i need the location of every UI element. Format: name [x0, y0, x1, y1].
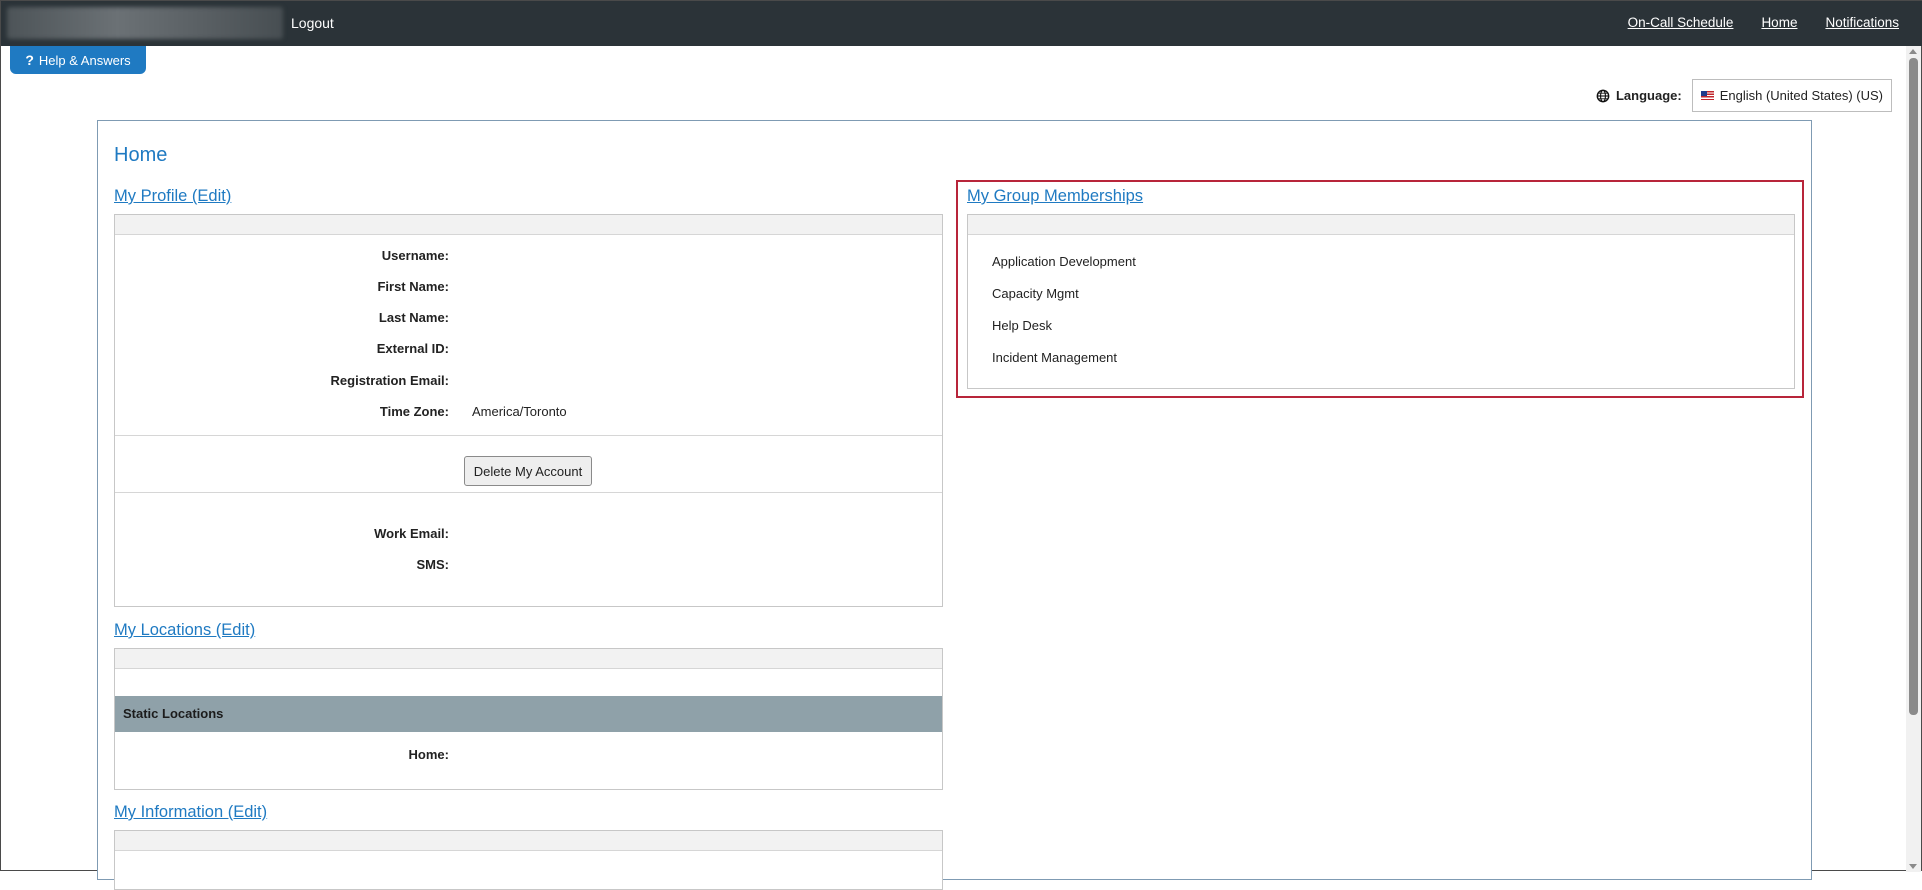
scroll-thumb[interactable] [1909, 58, 1918, 715]
group-memberships-highlight: My Group Memberships Application Develop… [956, 180, 1804, 398]
group-item: Incident Management [992, 350, 1118, 365]
last-name-label: Last Name: [378, 310, 449, 325]
profile-field-row: Username: [115, 248, 942, 268]
profile-field-row: Registration Email: [115, 373, 942, 393]
delete-my-account-button[interactable]: Delete My Account [464, 456, 592, 486]
language-label: Language: [1615, 88, 1682, 103]
group-item: Application Development [992, 254, 1136, 269]
page-title: Home [114, 144, 168, 166]
help-button-label: Help & Answers [38, 52, 131, 68]
language-selected-value: English (United States) (US) [1719, 88, 1883, 103]
locations-box-header [115, 649, 942, 669]
profile-box-header [115, 215, 942, 235]
redacted-user-name [7, 7, 283, 39]
profile-field-row: External ID: [115, 341, 942, 361]
locations-box: Static Locations Home: [114, 648, 943, 790]
language-selector-group: Language: English (United States) (US) [1596, 79, 1892, 112]
top-navigation-bar: Logout On-Call Schedule Home Notificatio… [1, 1, 1922, 46]
nav-notifications-link[interactable]: Notifications [1825, 15, 1899, 30]
my-group-memberships-link[interactable]: My Group Memberships [967, 187, 1143, 206]
group-memberships-box: Application Development Capacity Mgmt He… [967, 214, 1795, 389]
language-select[interactable]: English (United States) (US) [1691, 79, 1892, 112]
profile-divider [115, 492, 942, 493]
profile-divider [115, 435, 942, 436]
group-memberships-box-header [968, 215, 1794, 235]
location-field-row: Home: [115, 747, 942, 767]
logout-link[interactable]: Logout [291, 15, 334, 31]
external-id-label: External ID: [376, 341, 449, 356]
my-information-edit-link[interactable]: My Information (Edit) [114, 803, 267, 822]
profile-field-row: Last Name: [115, 310, 942, 330]
top-nav-links: On-Call Schedule Home Notifications [1628, 15, 1899, 30]
work-email-label: Work Email: [374, 526, 449, 541]
registration-email-label: Registration Email: [330, 373, 449, 388]
home-location-label: Home: [408, 747, 449, 762]
group-item: Capacity Mgmt [992, 286, 1079, 301]
help-and-answers-button[interactable]: ? Help & Answers [10, 46, 146, 74]
information-box [114, 830, 943, 890]
profile-field-row: Time Zone: America/Toronto [115, 404, 942, 424]
us-flag-icon [1700, 91, 1714, 100]
vertical-scrollbar[interactable] [1906, 46, 1921, 872]
group-item: Help Desk [992, 318, 1052, 333]
contact-field-row: SMS: [115, 557, 942, 577]
my-profile-edit-link[interactable]: My Profile (Edit) [114, 187, 231, 206]
contact-field-row: Work Email: [115, 526, 942, 546]
time-zone-label: Time Zone: [379, 404, 449, 419]
profile-field-row: First Name: [115, 279, 942, 299]
sms-label: SMS: [416, 557, 450, 572]
information-box-header [115, 831, 942, 851]
question-mark-icon: ? [25, 52, 34, 68]
my-locations-edit-link[interactable]: My Locations (Edit) [114, 621, 255, 640]
username-label: Username: [381, 248, 449, 263]
static-locations-header: Static Locations [115, 696, 942, 732]
first-name-label: First Name: [377, 279, 449, 294]
globe-icon [1596, 89, 1610, 102]
scroll-down-arrow-icon[interactable] [1909, 864, 1917, 869]
scroll-up-arrow-icon[interactable] [1909, 49, 1917, 54]
nav-on-call-schedule-link[interactable]: On-Call Schedule [1628, 15, 1734, 30]
time-zone-value: America/Toronto [472, 404, 567, 419]
home-panel: Home My Profile (Edit) Username: First N… [97, 120, 1812, 890]
profile-box: Username: First Name: Last Name: Externa… [114, 214, 943, 607]
nav-home-link[interactable]: Home [1761, 15, 1797, 30]
